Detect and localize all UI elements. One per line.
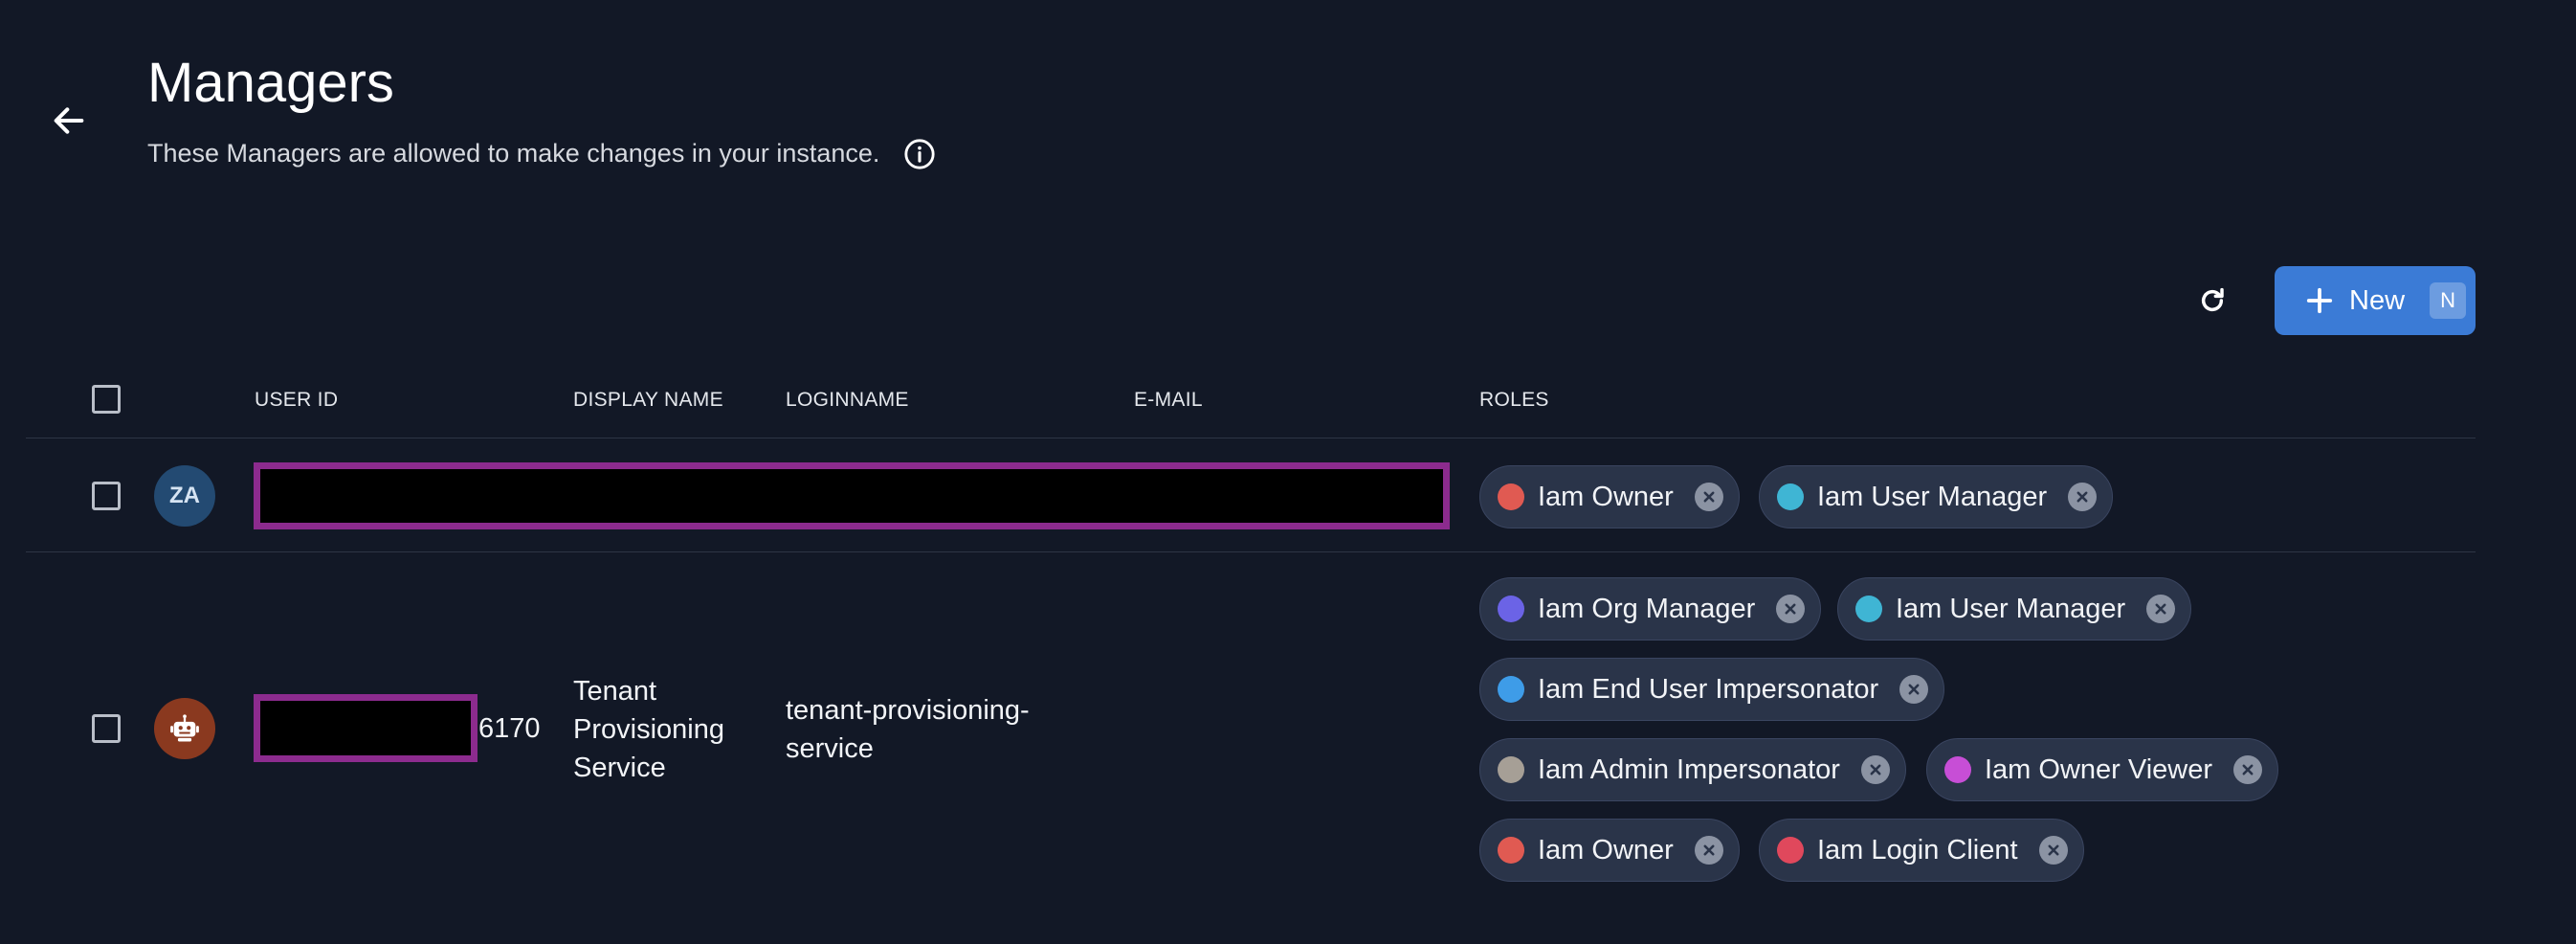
- role-label: Iam User Manager: [1817, 481, 2048, 512]
- user-id-cell: 6170: [478, 713, 541, 744]
- row-checkbox[interactable]: [92, 714, 121, 743]
- close-icon: [1870, 764, 1881, 775]
- avatar: ZA: [154, 465, 215, 527]
- close-icon: [1703, 844, 1715, 856]
- plus-icon: [2306, 287, 2333, 314]
- role-label: Iam Login Client: [1817, 834, 2018, 865]
- remove-role-button[interactable]: [2233, 755, 2262, 784]
- role-color-dot: [1944, 756, 1971, 783]
- role-chip: Iam End User Impersonator: [1479, 658, 1945, 721]
- display-name-cell: Tenant Provisioning Service: [573, 676, 724, 783]
- role-color-dot: [1777, 837, 1804, 864]
- column-header-user-id[interactable]: USER ID: [255, 389, 338, 412]
- role-chip: Iam Owner: [1479, 465, 1740, 528]
- avatar-initials: ZA: [169, 483, 200, 508]
- row-checkbox[interactable]: [92, 482, 121, 510]
- info-icon[interactable]: [903, 138, 936, 170]
- role-color-dot: [1498, 837, 1524, 864]
- close-icon: [2155, 603, 2166, 615]
- role-chip: Iam Org Manager: [1479, 577, 1822, 641]
- role-color-dot: [1855, 596, 1882, 622]
- remove-role-button[interactable]: [2146, 595, 2176, 623]
- role-chip: Iam Owner Viewer: [1926, 738, 2278, 801]
- back-button[interactable]: [46, 98, 92, 144]
- close-icon: [2048, 844, 2059, 856]
- column-header-email[interactable]: E-MAIL: [1134, 389, 1203, 412]
- role-chip: Iam Login Client: [1759, 819, 2084, 882]
- role-chip: Iam Owner: [1479, 819, 1740, 882]
- remove-role-button[interactable]: [2068, 483, 2098, 511]
- redacted-block: [254, 694, 477, 762]
- new-button[interactable]: New N: [2275, 266, 2476, 335]
- close-icon: [2076, 491, 2088, 503]
- page-subtitle: These Managers are allowed to make chang…: [147, 139, 880, 168]
- role-color-dot: [1498, 756, 1524, 783]
- role-color-dot: [1498, 596, 1524, 622]
- column-header-display-name[interactable]: DISPLAY NAME: [573, 389, 723, 412]
- close-icon: [1703, 491, 1715, 503]
- column-header-loginname[interactable]: LOGINNAME: [786, 389, 909, 412]
- role-label: Iam Owner Viewer: [1985, 753, 2212, 785]
- remove-role-button[interactable]: [1694, 483, 1723, 511]
- avatar: [154, 698, 215, 759]
- column-header-roles: ROLES: [1479, 389, 1549, 411]
- refresh-icon: [2201, 287, 2224, 312]
- robot-icon: [170, 714, 199, 742]
- role-label: Iam Owner: [1538, 481, 1674, 512]
- new-button-label: New: [2349, 284, 2406, 316]
- role-chip: Iam User Manager: [1837, 577, 2192, 641]
- remove-role-button[interactable]: [2038, 836, 2068, 865]
- remove-role-button[interactable]: [1899, 675, 1929, 704]
- redacted-block: [254, 462, 1450, 529]
- refresh-button[interactable]: [2191, 280, 2233, 322]
- role-label: Iam User Manager: [1896, 593, 2126, 624]
- role-color-dot: [1777, 483, 1804, 510]
- select-all-checkbox[interactable]: [92, 385, 121, 414]
- close-icon: [2242, 764, 2254, 775]
- role-chip: Iam User Manager: [1759, 465, 2114, 528]
- role-color-dot: [1498, 483, 1524, 510]
- role-color-dot: [1498, 676, 1524, 703]
- arrow-left-icon: [54, 107, 84, 134]
- role-chip: Iam Admin Impersonator: [1479, 738, 1906, 801]
- page-title: Managers: [147, 52, 394, 114]
- remove-role-button[interactable]: [1860, 755, 1890, 784]
- remove-role-button[interactable]: [1694, 836, 1723, 865]
- loginname-cell: tenant-provisioning-service: [786, 695, 1030, 764]
- close-icon: [1785, 603, 1796, 615]
- role-label: Iam Org Manager: [1538, 593, 1756, 624]
- remove-role-button[interactable]: [1776, 595, 1806, 623]
- role-label: Iam End User Impersonator: [1538, 673, 1879, 705]
- role-label: Iam Admin Impersonator: [1538, 753, 1840, 785]
- close-icon: [1908, 684, 1920, 695]
- new-shortcut-badge: N: [2430, 282, 2467, 319]
- row-divider: [26, 551, 2476, 552]
- role-label: Iam Owner: [1538, 834, 1674, 865]
